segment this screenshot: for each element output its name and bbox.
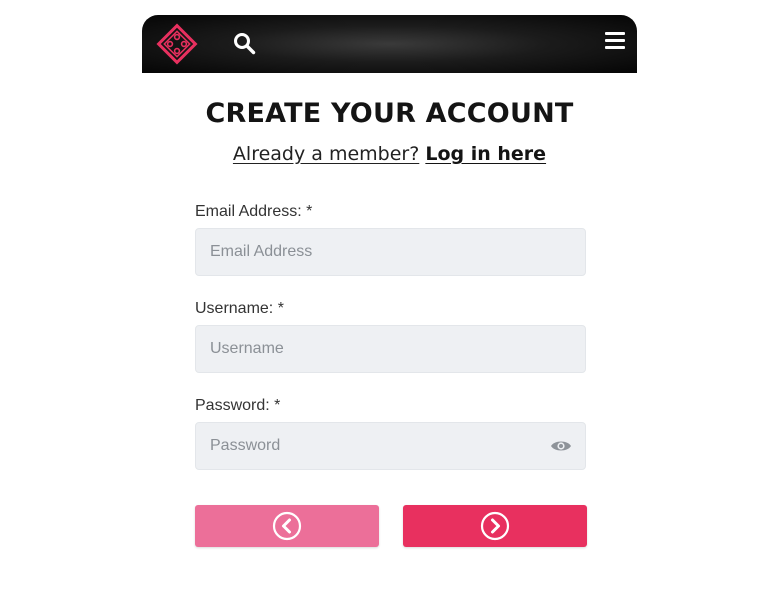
top-navigation-bar [142,15,637,73]
pink-diamond-logo-icon[interactable] [156,23,198,65]
email-label: Email Address: * [195,203,313,220]
email-field-container [195,228,586,276]
email-field[interactable] [196,229,585,275]
username-label: Username: * [195,300,284,317]
search-icon[interactable] [232,31,256,55]
eye-icon[interactable] [550,437,572,455]
username-field[interactable] [196,326,585,372]
page-title: CREATE YOUR ACCOUNT [205,98,574,129]
member-prompt-text: Already a member? [232,143,420,165]
login-link[interactable]: Log in here [425,143,546,165]
login-prompt: Already a member? Log in here [142,143,637,165]
password-field[interactable] [196,423,585,469]
chevron-left-circle-icon [272,511,302,541]
signup-screen: CREATE YOUR ACCOUNT Already a member? Lo… [142,15,637,600]
username-field-container [195,325,586,373]
next-button[interactable] [403,505,587,547]
chevron-right-circle-icon [480,511,510,541]
hamburger-menu-icon[interactable] [605,32,625,52]
back-button[interactable] [195,505,379,547]
password-label: Password: * [195,397,281,414]
password-field-container [195,422,586,470]
